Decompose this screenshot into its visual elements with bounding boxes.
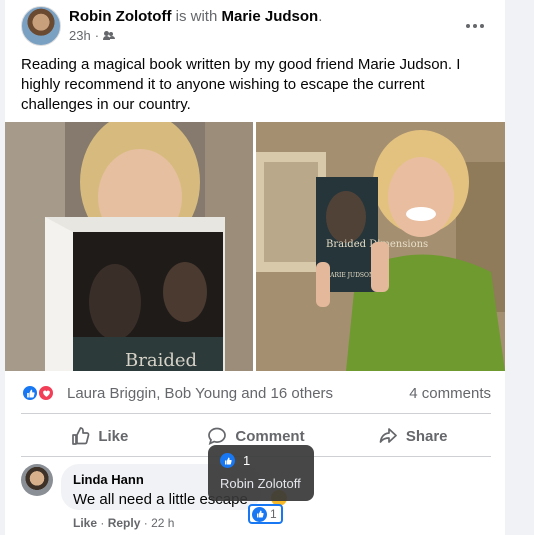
post-meta: 23h · bbox=[69, 28, 116, 43]
comment-reaction-badge[interactable]: 1 bbox=[248, 504, 283, 524]
share-button[interactable]: Share bbox=[334, 418, 491, 454]
thumbs-up-icon bbox=[72, 427, 90, 445]
divider bbox=[21, 413, 491, 414]
commenter-avatar[interactable] bbox=[21, 464, 53, 496]
comment-like-count: 1 bbox=[270, 507, 277, 521]
page-background bbox=[505, 0, 534, 535]
comment-timestamp[interactable]: 22 h bbox=[151, 516, 174, 530]
photo-image: Braided bbox=[5, 122, 253, 371]
like-icon bbox=[252, 506, 267, 522]
meta-separator: · bbox=[143, 516, 148, 530]
tagged-user-link[interactable]: Marie Judson bbox=[222, 8, 319, 25]
post-author-line: Robin Zolotoff is with Marie Judson. bbox=[69, 8, 322, 25]
reaction-tooltip: 1 Robin Zolotoff bbox=[208, 445, 314, 501]
like-button-label: Like bbox=[98, 427, 129, 445]
comment-meta: Like · Reply · 22 h bbox=[73, 516, 174, 530]
photo-woman-holding-book[interactable]: Braided Dimensions MARIE JUDSON bbox=[256, 122, 505, 371]
tooltip-reactor-name: Robin Zolotoff bbox=[220, 476, 301, 491]
post-text: Reading a magical book written by my goo… bbox=[21, 56, 461, 113]
comment-count-link[interactable]: 4 comments bbox=[409, 385, 491, 402]
photo-image: Braided Dimensions MARIE JUDSON bbox=[256, 122, 505, 371]
more-options-button[interactable] bbox=[459, 10, 491, 42]
love-icon bbox=[37, 384, 55, 402]
meta-separator: · bbox=[94, 28, 100, 43]
dot-icon bbox=[466, 24, 470, 28]
book-title-text: Braided bbox=[125, 350, 197, 371]
post-timestamp[interactable]: 23h bbox=[69, 28, 91, 43]
reactors-link[interactable]: Laura Briggin, Bob Young and 16 others bbox=[67, 385, 333, 402]
with-text: is with bbox=[175, 8, 218, 25]
author-name-link[interactable]: Robin Zolotoff bbox=[69, 8, 171, 25]
friends-icon[interactable] bbox=[103, 30, 116, 41]
comment-button-label: Comment bbox=[235, 427, 305, 445]
share-button-label: Share bbox=[405, 427, 448, 445]
author-avatar[interactable] bbox=[21, 6, 61, 46]
like-icon bbox=[220, 453, 235, 468]
dot-icon bbox=[473, 24, 477, 28]
reaction-icons[interactable] bbox=[21, 384, 61, 402]
comment-like-link[interactable]: Like bbox=[73, 516, 97, 530]
post-header: Robin Zolotoff is with Marie Judson. 23h… bbox=[21, 6, 491, 46]
book-author-text: MARIE JUDSON bbox=[324, 272, 374, 279]
reactions-summary: Laura Briggin, Bob Young and 16 others 4… bbox=[21, 382, 491, 404]
photo-grid: Braided Braided Dimensions MARIE JUDSON bbox=[5, 122, 505, 371]
photo-woman-reading-book[interactable]: Braided bbox=[5, 122, 253, 371]
like-button[interactable]: Like bbox=[21, 418, 178, 454]
tooltip-reaction-row: 1 bbox=[220, 453, 302, 468]
comment-reply-link[interactable]: Reply bbox=[108, 516, 141, 530]
dot-icon bbox=[480, 24, 484, 28]
period: . bbox=[318, 8, 323, 25]
share-icon bbox=[379, 428, 397, 443]
meta-separator: · bbox=[100, 516, 105, 530]
comment-icon bbox=[208, 427, 227, 446]
tooltip-count: 1 bbox=[243, 453, 251, 468]
